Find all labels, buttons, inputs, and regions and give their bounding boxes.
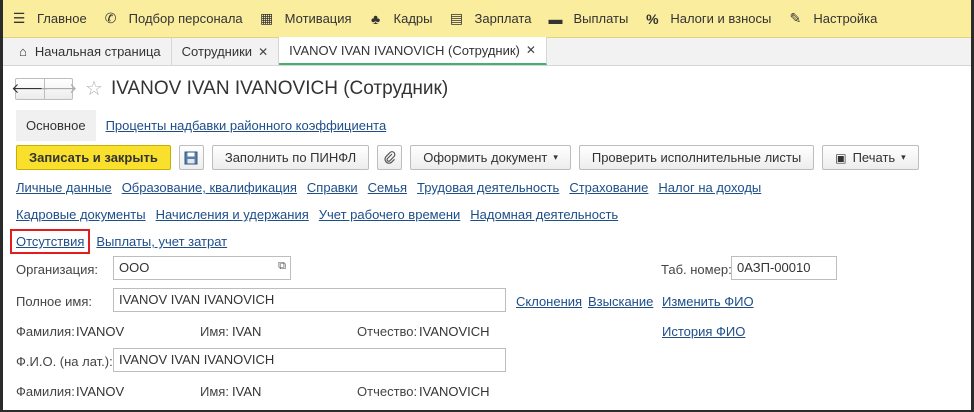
- link-labor-activity[interactable]: Трудовая деятельность: [417, 180, 559, 195]
- menu-item-label: Настройка: [813, 11, 878, 26]
- people-icon: ♣: [370, 10, 381, 27]
- latin-name-label: Ф.И.О. (на лат.):: [16, 354, 113, 369]
- nav-buttons: 🡐 🡒: [11, 77, 77, 100]
- organization-value: ООО: [119, 260, 150, 275]
- home-icon: ⌂: [19, 44, 27, 59]
- link-personal-data[interactable]: Личные данные: [16, 180, 112, 195]
- make-document-label: Оформить документ: [423, 150, 548, 165]
- section-tabs: Основное Проценты надбавки районного коэ…: [16, 110, 386, 141]
- menu-item-7[interactable]: ✎ Настройка: [779, 0, 885, 38]
- save-disk-icon[interactable]: [178, 145, 204, 170]
- patronymic-value: IVANOVICH: [419, 324, 490, 339]
- tab-number-label: Таб. номер:: [661, 262, 732, 277]
- menu-item-6[interactable]: % Налоги и взносы: [636, 0, 779, 38]
- surname-label: Фамилия:: [16, 324, 75, 339]
- wrench-icon: ✎: [789, 10, 802, 26]
- chevron-down-icon: ▾: [901, 152, 906, 162]
- chevron-down-icon: ▾: [553, 152, 558, 162]
- declensions-link[interactable]: Склонения: [516, 294, 582, 309]
- fill-by-pinfl-button[interactable]: Заполнить по ПИНФЛ: [211, 145, 370, 170]
- menu-item-1[interactable]: ✆ Подбор персонала: [95, 0, 251, 38]
- menu-item-label: Подбор персонала: [128, 11, 243, 26]
- recruit-icon: ✆: [104, 10, 117, 26]
- organization-label: Организация:: [16, 262, 99, 277]
- patronymic-latin-value: IVANOVICH: [419, 384, 490, 399]
- menu-item-2[interactable]: ▦ Мотивация: [251, 0, 360, 38]
- patronymic-latin-label: Отчество:: [357, 384, 418, 399]
- close-icon[interactable]: ✕: [258, 45, 268, 59]
- paperclip-icon[interactable]: [377, 145, 403, 170]
- full-name-label: Полное имя:: [16, 294, 92, 309]
- section-tab-main[interactable]: Основное: [16, 110, 96, 141]
- app-window: ☰ Главное ✆ Подбор персонала ▦ Мотивация ♣ Кадр…: [3, 0, 971, 410]
- link-certificates[interactable]: Справки: [307, 180, 358, 195]
- links-row-3: Отсутствия Выплаты, учет затрат: [10, 229, 237, 254]
- menu-item-label: Выплаты: [573, 11, 629, 26]
- menu-item-label: Налоги и взносы: [670, 11, 772, 26]
- print-label: Печать: [852, 150, 896, 165]
- make-document-button[interactable]: Оформить документ ▾: [410, 145, 571, 170]
- link-income-tax[interactable]: Налог на доходы: [658, 180, 761, 195]
- links-row-2: Кадровые документы Начисления и удержани…: [16, 207, 628, 222]
- menu-item-label: Главное: [37, 11, 87, 26]
- percent-icon: %: [646, 10, 659, 27]
- menu-item-label: Зарплата: [474, 11, 532, 26]
- link-family[interactable]: Семья: [368, 180, 407, 195]
- name-history-link[interactable]: История ФИО: [662, 324, 745, 339]
- surname-latin-label: Фамилия:: [16, 384, 75, 399]
- change-name-link[interactable]: Изменить ФИО: [662, 294, 754, 309]
- wallet-icon: ▬: [548, 10, 563, 27]
- tab-employees[interactable]: Сотрудники ✕: [171, 38, 280, 65]
- printer-icon: ▣: [835, 150, 847, 165]
- open-icon[interactable]: ⧉: [278, 260, 286, 273]
- gift-icon: ▦: [260, 10, 274, 26]
- menu-item-5[interactable]: ▬ Выплаты: [539, 0, 636, 38]
- hamburger-icon: ☰: [12, 10, 26, 26]
- calculator-icon: ▤: [449, 10, 464, 26]
- link-hr-documents[interactable]: Кадровые документы: [16, 207, 146, 222]
- save-and-close-button[interactable]: Записать и закрыть: [16, 145, 171, 170]
- link-education[interactable]: Образование, квалификация: [122, 180, 297, 195]
- link-insurance[interactable]: Страхование: [569, 180, 648, 195]
- menu-item-label: Мотивация: [284, 11, 352, 26]
- name-latin-label: Имя:: [200, 384, 229, 399]
- forward-arrow-icon[interactable]: 🡒: [40, 78, 77, 99]
- title-row: 🡐 🡒 ☆ IVANOV IVAN IVANOVICH (Сотрудник): [11, 76, 449, 101]
- favorite-star-icon[interactable]: ☆: [85, 76, 103, 101]
- link-homework[interactable]: Надомная деятельность: [470, 207, 618, 222]
- menu-item-label: Кадры: [393, 11, 433, 26]
- main-menu: ☰ Главное ✆ Подбор персонала ▦ Мотивация ♣ Кадр…: [3, 0, 971, 38]
- close-icon[interactable]: ✕: [526, 43, 536, 57]
- surname-latin-value: IVANOV: [76, 384, 125, 399]
- patronymic-label: Отчество:: [357, 324, 418, 339]
- full-name-field[interactable]: IVANOV IVAN IVANOVICH: [113, 288, 506, 312]
- surname-value: IVANOV: [76, 324, 125, 339]
- organization-field[interactable]: ООО ⧉: [113, 256, 291, 280]
- menu-item-3[interactable]: ♣ Кадры: [360, 0, 441, 38]
- toolbar: Записать и закрыть Заполнить по ПИНФЛ Оф…: [16, 145, 927, 170]
- latin-name-field[interactable]: IVANOV IVAN IVANOVICH: [113, 348, 506, 372]
- recovery-link[interactable]: Взыскание: [588, 294, 653, 309]
- page-title: IVANOV IVAN IVANOVICH (Сотрудник): [110, 77, 449, 99]
- link-accruals[interactable]: Начисления и удержания: [156, 207, 309, 222]
- section-tab-district-coefficient[interactable]: Проценты надбавки районного коэффициента: [106, 118, 387, 133]
- menu-item-0[interactable]: ☰ Главное: [3, 0, 95, 38]
- tab-home[interactable]: ⌂ Начальная страница: [9, 38, 172, 65]
- check-writs-button[interactable]: Проверить исполнительные листы: [578, 145, 815, 170]
- name-label: Имя:: [200, 324, 229, 339]
- name-value: IVAN: [232, 324, 262, 339]
- tab-label: Сотрудники: [181, 44, 253, 59]
- menu-item-4[interactable]: ▤ Зарплата: [441, 0, 540, 38]
- link-absences[interactable]: Отсутствия: [10, 229, 91, 254]
- window-tabs: ⌂ Начальная страница Сотрудники ✕ IVANOV…: [3, 37, 971, 66]
- tab-number-field[interactable]: 0АЗП-00010: [731, 256, 837, 280]
- link-time-tracking[interactable]: Учет рабочего времени: [319, 207, 461, 222]
- link-payments-costs[interactable]: Выплаты, учет затрат: [96, 234, 227, 249]
- links-row-1: Личные данные Образование, квалификация …: [16, 180, 771, 195]
- tab-label: IVANOV IVAN IVANOVICH (Сотрудник): [289, 42, 520, 58]
- tab-label: Начальная страница: [34, 44, 161, 59]
- tab-employee-card[interactable]: IVANOV IVAN IVANOVICH (Сотрудник) ✕: [279, 37, 547, 65]
- print-button[interactable]: ▣ Печать ▾: [822, 145, 919, 170]
- name-latin-value: IVAN: [232, 384, 262, 399]
